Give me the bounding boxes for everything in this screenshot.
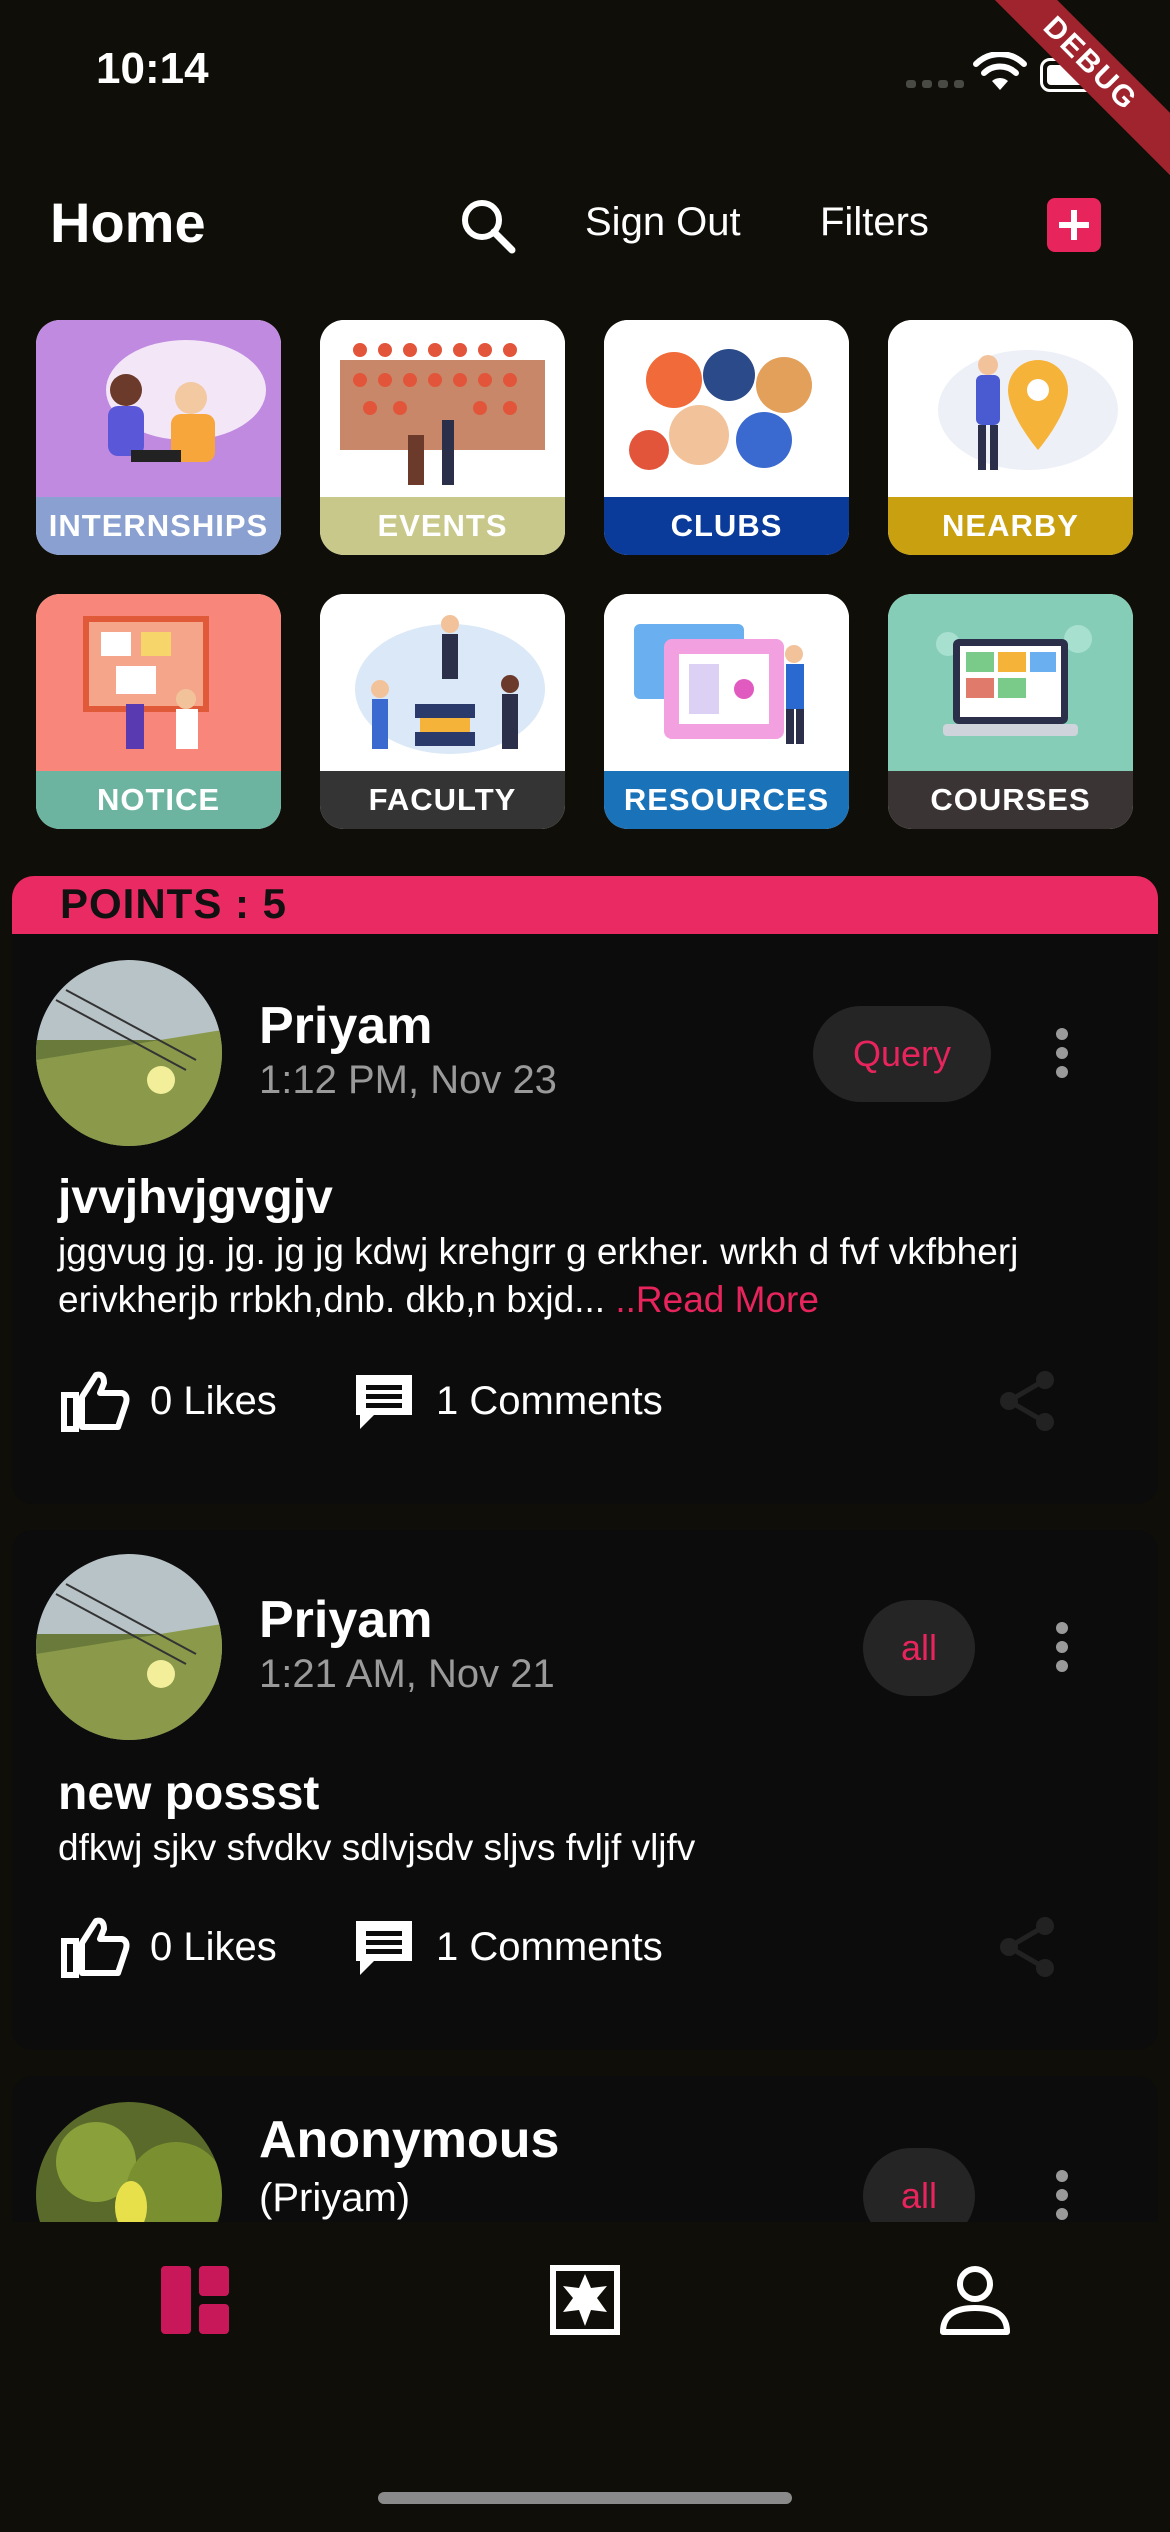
resources-illustration (604, 594, 849, 771)
tag-badge[interactable]: Query (813, 1006, 991, 1102)
category-courses[interactable]: COURSES (888, 594, 1133, 829)
sign-out-button[interactable]: Sign Out (585, 200, 741, 245)
post-card[interactable]: Priyam 1:12 PM, Nov 23 Query jvvjhvjgvgj… (12, 934, 1158, 1504)
category-label: EVENTS (320, 497, 565, 555)
clubs-illustration (604, 320, 849, 497)
author-name: Priyam (259, 1591, 433, 1649)
thumb-up-icon (61, 1917, 130, 1978)
cellular-signal-icon (906, 80, 964, 88)
post-body: jggvug jg. jg. jg jg kdwj krehgrr g erkh… (58, 1228, 1118, 1324)
category-events[interactable]: EVENTS (320, 320, 565, 555)
read-more-link[interactable]: ..Read More (605, 1279, 819, 1320)
comments-button[interactable]: 1 Comments (352, 1369, 663, 1433)
more-vert-icon[interactable] (1054, 1622, 1070, 1682)
more-vert-icon[interactable] (1054, 1028, 1070, 1088)
comment-icon (356, 1375, 412, 1429)
author-name: Anonymous (259, 2111, 560, 2169)
category-label: INTERNSHIPS (36, 497, 281, 555)
thumb-up-icon (61, 1371, 130, 1432)
bottom-navigation (0, 2222, 1170, 2532)
likes-count: 0 Likes (150, 1924, 277, 1969)
post-title: jvvjhvjgvgjv (58, 1171, 333, 1224)
like-button[interactable]: 0 Likes (60, 1915, 277, 1979)
category-label: FACULTY (320, 771, 565, 829)
tag-badge[interactable]: all (863, 1600, 975, 1696)
post-title: new possst (58, 1767, 320, 1820)
points-bar: POINTS : 5 (12, 876, 1158, 934)
points-label: POINTS : 5 (60, 880, 288, 927)
app-bar: Home Sign Out Filters (0, 150, 1170, 310)
comment-icon (356, 1921, 412, 1975)
page-title: Home (50, 191, 206, 254)
status-time: 10:14 (96, 44, 209, 93)
likes-count: 0 Likes (150, 1378, 277, 1423)
more-vert-icon[interactable] (1054, 2170, 1070, 2230)
events-illustration (320, 320, 565, 497)
internships-illustration (36, 320, 281, 497)
post-time: 1:21 AM, Nov 21 (259, 1652, 555, 1696)
search-icon[interactable] (456, 194, 520, 258)
category-label: COURSES (888, 771, 1133, 829)
avatar (36, 1554, 222, 1740)
category-label: RESOURCES (604, 771, 849, 829)
nearby-illustration (888, 320, 1133, 497)
share-icon[interactable] (997, 1370, 1059, 1432)
category-label: NEARBY (888, 497, 1133, 555)
like-button[interactable]: 0 Likes (60, 1369, 277, 1433)
category-clubs[interactable]: CLUBS (604, 320, 849, 555)
dashboard-icon[interactable] (155, 2260, 235, 2340)
category-label: CLUBS (604, 497, 849, 555)
post-body-text: jggvug jg. jg. jg jg kdwj krehgrr g erkh… (58, 1231, 1019, 1320)
comments-count: 1 Comments (436, 1378, 663, 1423)
wifi-icon (973, 52, 1027, 90)
status-bar: 10:14 DEBUG (0, 0, 1170, 186)
comments-button[interactable]: 1 Comments (352, 1915, 663, 1979)
post-card[interactable]: Priyam 1:21 AM, Nov 21 all new possst df… (12, 1530, 1158, 2050)
category-resources[interactable]: RESOURCES (604, 594, 849, 829)
category-notice[interactable]: NOTICE (36, 594, 281, 829)
avatar (36, 960, 222, 1146)
notice-illustration (36, 594, 281, 771)
author-name: Priyam (259, 997, 433, 1055)
person-icon[interactable] (935, 2260, 1015, 2340)
author-subtitle: (Priyam) (259, 2176, 411, 2220)
faculty-illustration (320, 594, 565, 771)
courses-illustration (888, 594, 1133, 771)
add-post-button[interactable] (1047, 198, 1101, 252)
puzzle-icon[interactable] (545, 2260, 625, 2340)
category-internships[interactable]: INTERNSHIPS (36, 320, 281, 555)
category-nearby[interactable]: NEARBY (888, 320, 1133, 555)
comments-count: 1 Comments (436, 1924, 663, 1969)
post-time: 1:12 PM, Nov 23 (259, 1058, 557, 1102)
share-icon[interactable] (997, 1916, 1059, 1978)
category-label: NOTICE (36, 771, 281, 829)
home-indicator (378, 2492, 792, 2504)
filters-button[interactable]: Filters (820, 200, 929, 245)
category-faculty[interactable]: FACULTY (320, 594, 565, 829)
post-body: dfkwj sjkv sfvdkv sdlvjsdv sljvs fvljf v… (58, 1827, 696, 1868)
